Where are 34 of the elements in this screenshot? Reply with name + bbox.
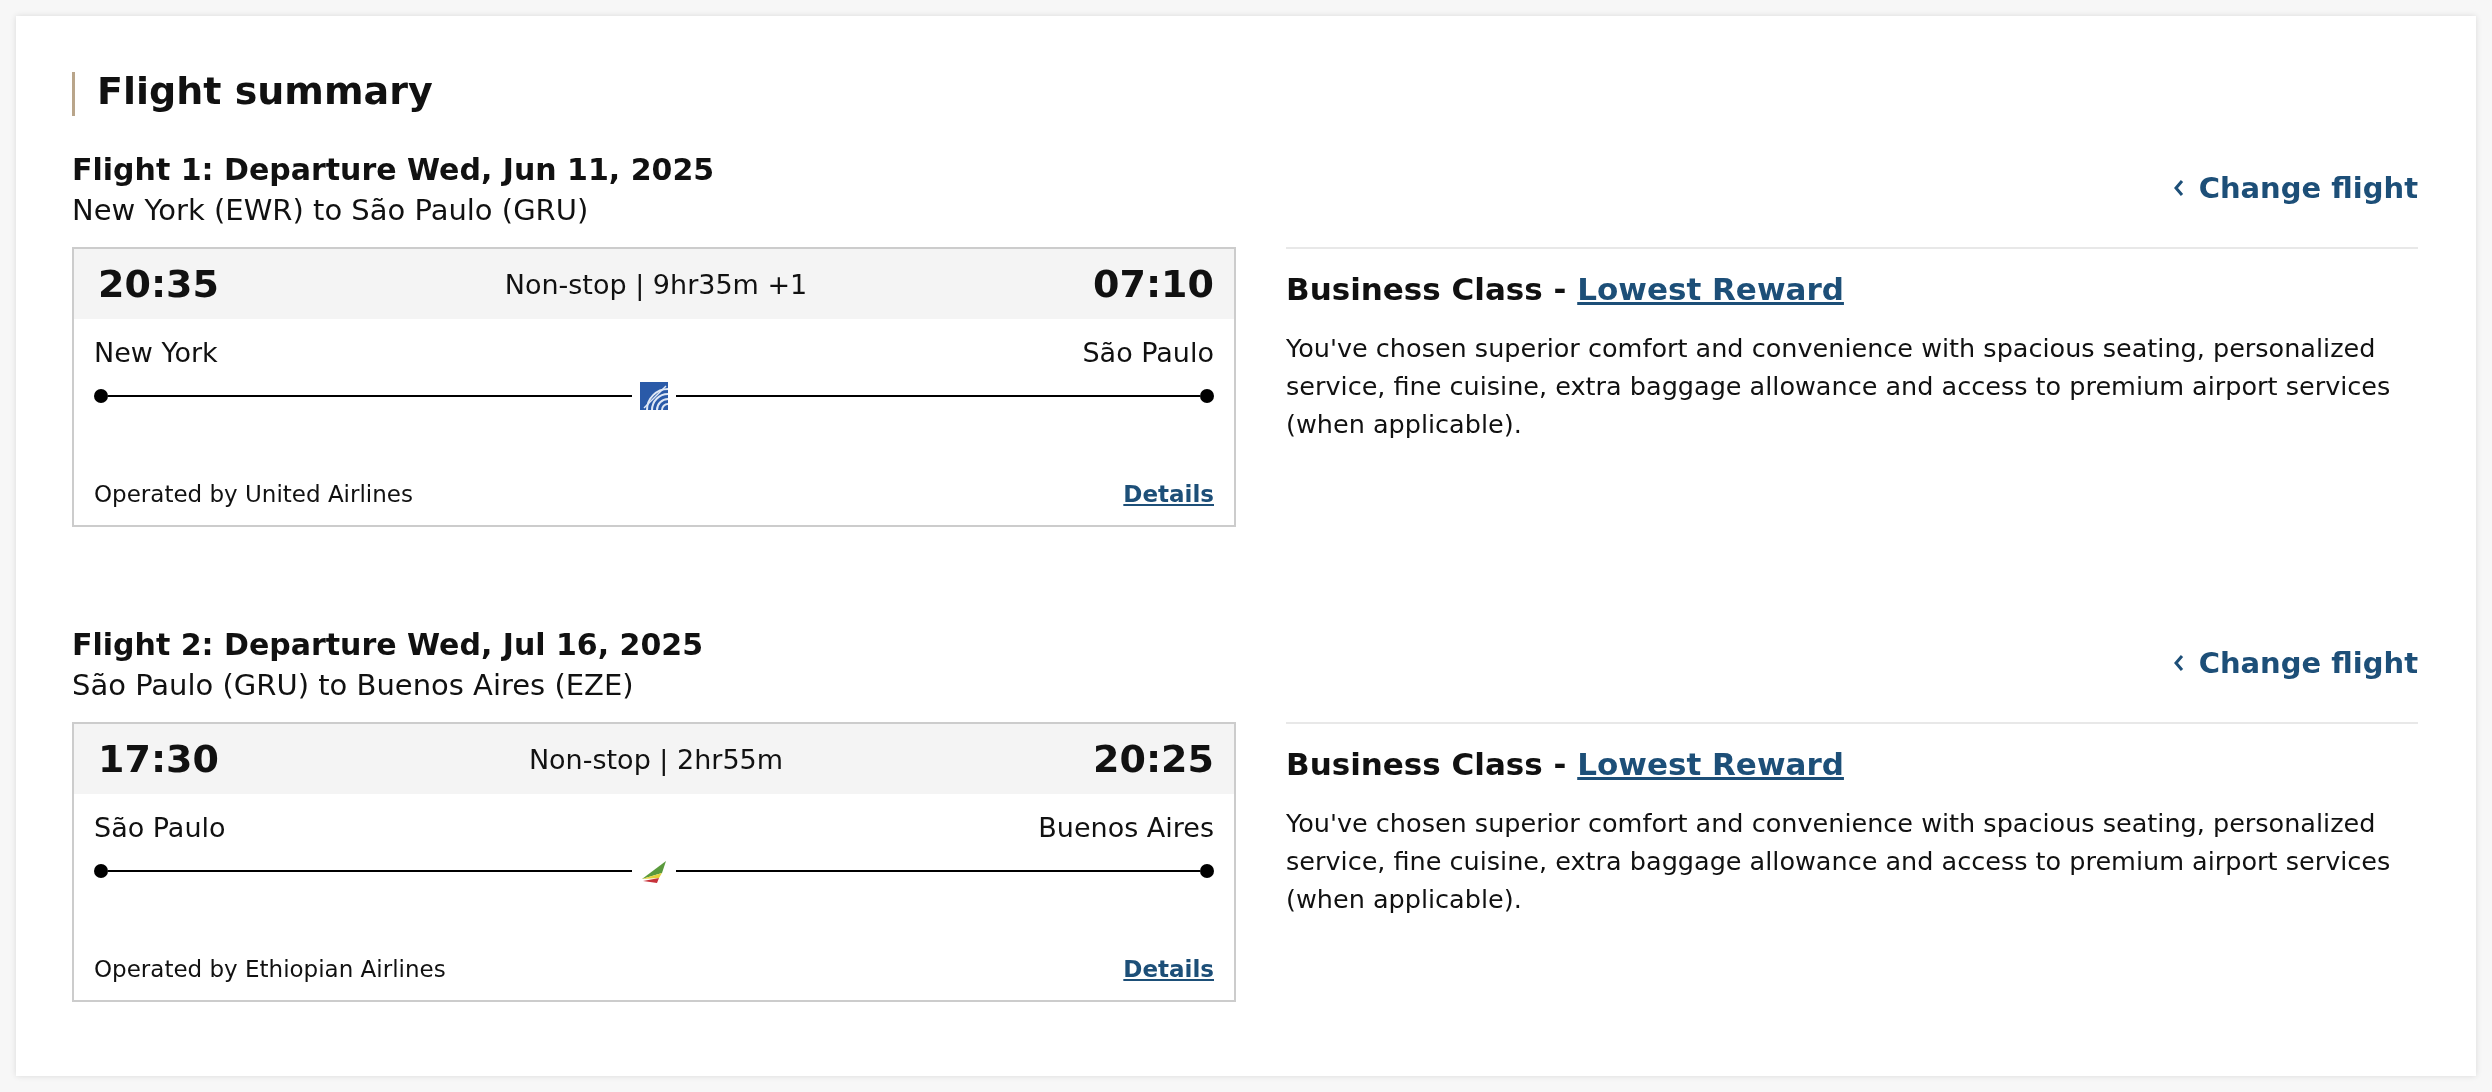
fare-link[interactable]: Lowest Reward <box>1577 746 1844 782</box>
flight-heading: Flight 1: Departure Wed, Jun 11, 2025 <box>72 152 715 187</box>
flight-duration: Non-stop | 9hr35m +1 <box>504 268 808 300</box>
fare-description: You've chosen superior comfort and convenience with spacious seating, personalized service, fine cuisine, extra baggage allowance and access to premium airport services (when applicable). <box>1286 332 2392 441</box>
destination-dot <box>1200 864 1214 878</box>
chevron-left-icon <box>2172 654 2185 672</box>
cabin-class: Business Class - <box>1286 746 1568 782</box>
operator-text: Operated by United Airlines <box>94 481 413 507</box>
details-link[interactable]: Details <box>1123 481 1214 507</box>
destination-city: Buenos Aires <box>1038 812 1214 843</box>
change-flight-link[interactable]: Change flight <box>2172 171 2418 205</box>
fare-link[interactable]: Lowest Reward <box>1577 271 1844 307</box>
destination-city: São Paulo <box>1082 337 1214 368</box>
origin-dot <box>94 864 108 878</box>
flight-heading: Flight 2: Departure Wed, Jul 16, 2025 <box>72 627 704 662</box>
origin-city: New York <box>94 337 218 368</box>
arrival-time: 20:25 <box>1093 737 1214 781</box>
chevron-left-icon <box>2172 179 2185 197</box>
globe-logo-icon <box>640 382 668 410</box>
departure-time: 20:35 <box>98 262 219 306</box>
change-flight-link[interactable]: Change flight <box>2172 646 2418 680</box>
page-title: Flight summary <box>72 72 433 116</box>
flight-duration: Non-stop | 2hr55m <box>528 743 784 775</box>
origin-dot <box>94 389 108 403</box>
details-link[interactable]: Details <box>1123 956 1214 982</box>
operator-text: Operated by Ethiopian Airlines <box>94 956 446 982</box>
origin-city: São Paulo <box>94 812 226 843</box>
flight-route: São Paulo (GRU) to Buenos Aires (EZE) <box>72 668 635 702</box>
cabin-class: Business Class - <box>1286 271 1568 307</box>
departure-time: 17:30 <box>98 737 219 781</box>
destination-dot <box>1200 389 1214 403</box>
flight-route: New York (EWR) to São Paulo (GRU) <box>72 193 590 227</box>
arrival-time: 07:10 <box>1093 262 1214 306</box>
fare-description: You've chosen superior comfort and convenience with spacious seating, personalized service, fine cuisine, extra baggage allowance and access to premium airport services (when applicable). <box>1286 807 2392 916</box>
